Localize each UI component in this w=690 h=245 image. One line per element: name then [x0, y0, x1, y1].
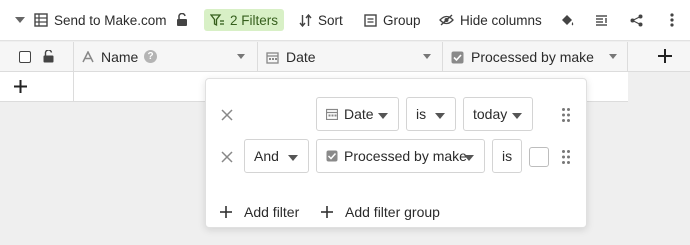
filter-operator-label: is: [416, 106, 427, 122]
checkbox-field-icon: [326, 150, 338, 162]
view-name-button[interactable]: Send to Make.com: [34, 9, 167, 31]
share-view-button[interactable]: [630, 9, 643, 31]
column-label: Date: [286, 49, 316, 65]
chevron-down-icon: [464, 155, 474, 161]
column-dropdown-icon[interactable]: [609, 54, 617, 59]
add-row-button[interactable]: [0, 72, 74, 102]
filter-operator-label: is: [502, 148, 513, 164]
add-filter-button[interactable]: Add filter: [220, 203, 299, 221]
chevron-down-icon: [435, 113, 445, 119]
more-options-button[interactable]: [670, 9, 674, 31]
remove-filter-icon[interactable]: [220, 108, 234, 122]
column-header-name[interactable]: Name ?: [74, 42, 258, 72]
paint-bucket-icon: [562, 15, 574, 26]
add-filter-group-button[interactable]: Add filter group: [321, 203, 440, 221]
group-button[interactable]: Group: [364, 9, 421, 31]
chevron-down-icon: [378, 113, 388, 119]
filter-icon: [210, 13, 224, 26]
drag-handle-icon[interactable]: [562, 150, 570, 164]
plus-icon: [321, 206, 333, 218]
filter-popover: Date is today And Processed by make is A…: [205, 78, 587, 228]
group-icon: [364, 13, 377, 27]
row-coloring-button[interactable]: [560, 9, 575, 31]
filters-button[interactable]: 2 Filters: [204, 9, 285, 31]
add-column-button[interactable]: [628, 42, 690, 72]
filter-value-select[interactable]: today: [463, 97, 533, 131]
chevron-down-icon: [288, 155, 298, 161]
column-label: Name: [101, 49, 139, 65]
row-height-button[interactable]: [595, 9, 608, 31]
hide-columns-label: Hide columns: [460, 12, 542, 28]
group-label: Group: [383, 12, 421, 28]
calendar-icon: [266, 52, 279, 64]
calendar-icon: [326, 108, 338, 120]
toolbar: Send to Make.com 2 Filters Sort Group Hi…: [0, 0, 690, 41]
chevron-down-icon: [512, 113, 522, 119]
filter-operator-select[interactable]: is: [492, 139, 522, 173]
row-height-icon: [596, 14, 607, 26]
filters-label: 2 Filters: [230, 12, 279, 28]
column-dropdown-icon[interactable]: [423, 54, 431, 59]
filter-value-checkbox[interactable]: [529, 147, 549, 167]
column-label: Processed by make: [471, 49, 594, 65]
hide-columns-button[interactable]: Hide columns: [439, 9, 542, 31]
drag-handle-icon[interactable]: [562, 108, 570, 122]
lock-view-button[interactable]: [176, 9, 188, 31]
plus-icon: [658, 49, 672, 63]
plus-icon: [220, 206, 232, 218]
help-icon[interactable]: ?: [144, 50, 157, 63]
filter-field-label: Date: [344, 106, 374, 122]
column-header-date[interactable]: Date: [258, 42, 443, 72]
sort-button[interactable]: Sort: [299, 9, 343, 31]
plus-icon: [14, 80, 27, 93]
caret-down-icon: [15, 17, 25, 23]
checkbox-field-icon: [451, 51, 464, 64]
share-icon: [630, 14, 643, 26]
filter-operator-select[interactable]: is: [406, 97, 456, 131]
remove-filter-icon[interactable]: [220, 150, 234, 164]
unlock-icon[interactable]: [43, 50, 54, 63]
text-field-icon: [82, 51, 94, 63]
filter-field-select[interactable]: Processed by make: [316, 139, 485, 173]
filter-field-select[interactable]: Date: [316, 97, 399, 131]
filter-conjunction-label: And: [254, 148, 279, 164]
select-all-checkbox[interactable]: [19, 51, 31, 63]
view-menu-toggle[interactable]: [14, 9, 26, 31]
column-dropdown-icon[interactable]: [237, 54, 245, 59]
unlock-icon: [177, 13, 187, 26]
filter-conjunction-select[interactable]: And: [244, 139, 309, 173]
kebab-menu-icon: [670, 13, 674, 27]
column-header-processed-by-make[interactable]: Processed by make: [443, 42, 628, 72]
filter-field-label: Processed by make: [344, 148, 467, 164]
eye-off-icon: [439, 14, 454, 26]
add-filter-group-label: Add filter group: [345, 204, 440, 220]
sort-icon: [299, 13, 312, 27]
filter-value-label: today: [473, 106, 508, 122]
grid-icon: [34, 13, 48, 27]
row-select-header: [0, 42, 74, 72]
add-filter-label: Add filter: [244, 204, 300, 220]
view-name: Send to Make.com: [54, 12, 167, 28]
sort-label: Sort: [318, 12, 343, 28]
grid-header: Name ? Date Processed by make: [0, 42, 690, 72]
